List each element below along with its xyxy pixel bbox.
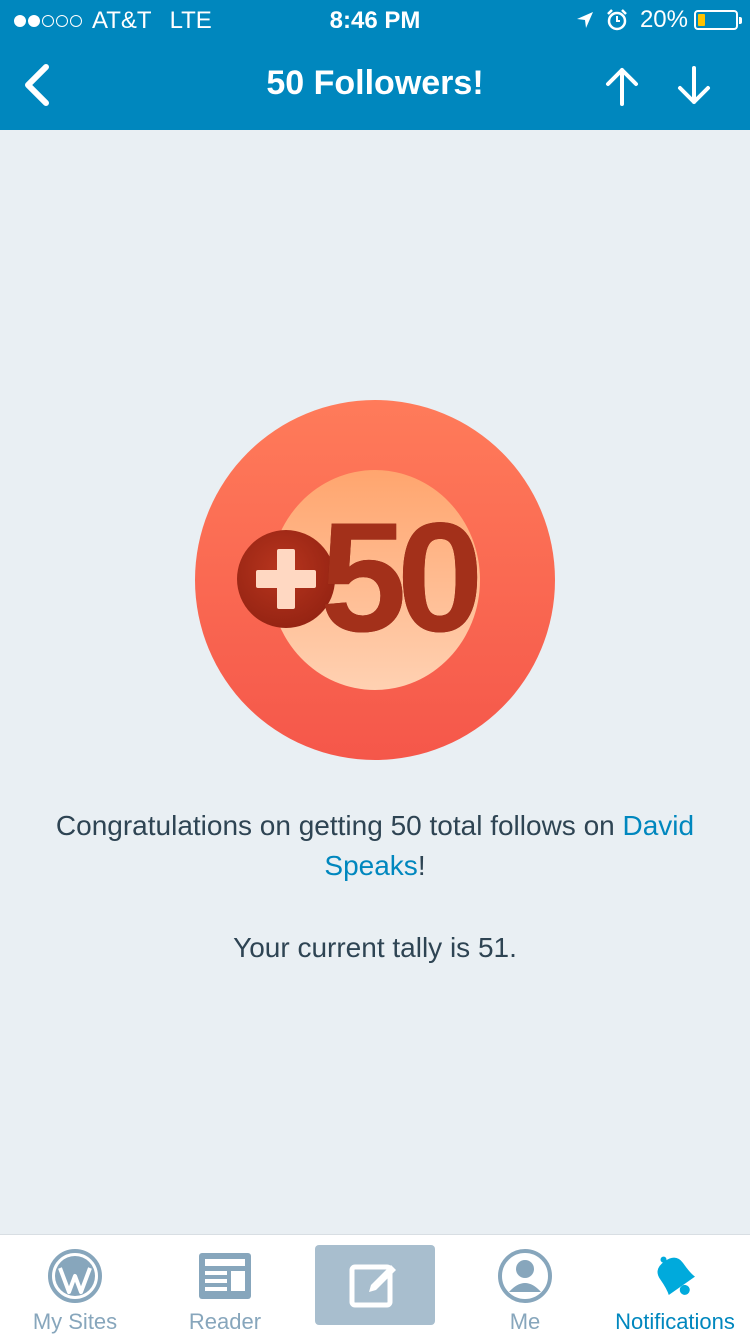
tab-label: My Sites (32, 1309, 118, 1334)
navigation-bar: 50 Followers! (0, 40, 750, 130)
alarm-icon (606, 9, 628, 31)
location-icon (576, 11, 594, 29)
congratulations-message: Congratulations on getting 50 total foll… (30, 806, 720, 886)
next-notification-button[interactable] (668, 60, 720, 112)
compose-icon (349, 1264, 396, 1308)
message-suffix: ! (417, 850, 426, 881)
arrow-up-icon (606, 68, 638, 106)
battery-percent: 20% (639, 6, 688, 33)
write-post-button[interactable] (315, 1245, 435, 1325)
user-icon (450, 1247, 600, 1305)
achievement-badge: 50 (195, 400, 555, 760)
bell-icon (600, 1247, 750, 1305)
arrow-down-icon (678, 66, 710, 104)
tab-label: Me (509, 1309, 541, 1334)
tally-text: Your current tally is 51. (233, 932, 517, 963)
battery-fill (698, 14, 705, 26)
tab-my-sites[interactable]: My Sites (0, 1235, 150, 1334)
reader-icon (150, 1247, 300, 1305)
battery-icon (694, 10, 742, 30)
status-bar: AT&T LTE 8:46 PM 20% (0, 0, 750, 40)
badge-number: 50 (320, 491, 484, 665)
tab-bar: My Sites Reader Me Notifications (0, 1234, 750, 1334)
message-text: Congratulations on getting 50 total foll… (55, 810, 623, 841)
tab-label: Notifications (615, 1309, 735, 1334)
tab-me[interactable]: Me (450, 1235, 600, 1334)
tab-label: Reader (188, 1309, 262, 1334)
tab-notifications[interactable]: Notifications (600, 1235, 750, 1334)
status-right: 20% (576, 6, 742, 34)
tab-reader[interactable]: Reader (150, 1235, 300, 1334)
previous-notification-button[interactable] (596, 60, 648, 112)
wordpress-icon (0, 1247, 150, 1305)
